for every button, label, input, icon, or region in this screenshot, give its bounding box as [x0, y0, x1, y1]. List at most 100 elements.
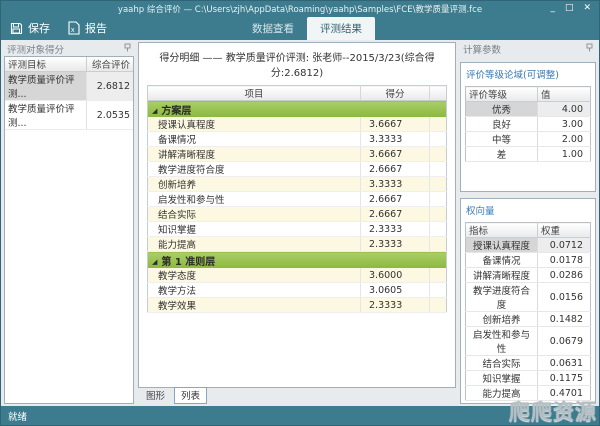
item-name: 创新培养 [148, 177, 361, 192]
tab-graph[interactable]: 图形 [139, 387, 172, 404]
table-header-row: 评价等级 值 [466, 87, 591, 102]
score-item-row[interactable]: 创新培养3.3333 [148, 177, 447, 192]
score-item-row[interactable]: 教学态度3.6000 [148, 268, 447, 283]
svg-text:x: x [71, 27, 75, 34]
item-score: 3.3333 [361, 177, 430, 192]
app-window: yaahp 综合评价 — C:\Users\zjh\AppData\Roamin… [0, 0, 600, 426]
close-button[interactable]: ✕ [583, 4, 591, 13]
tab-data-view[interactable]: 数据查看 [239, 17, 307, 40]
score-item-row[interactable]: 启发性和参与性2.6667 [148, 192, 447, 207]
item-name: 教学态度 [148, 268, 361, 283]
grade-row-name: 良好 [466, 117, 538, 132]
weight-row[interactable]: 教学进度符合度0.0156 [466, 283, 591, 312]
main-tabstrip: 数据查看 评测结果 [239, 17, 375, 40]
maximize-button[interactable]: □ [565, 4, 574, 13]
weight-row-value: 0.0631 [538, 356, 591, 371]
score-item-row[interactable]: 教学进度符合度2.6667 [148, 162, 447, 177]
score-detail-panel: 得分明细 —— 教学质量评价评测: 张老师--2015/3/23(综合得分:2.… [138, 42, 456, 404]
grade-row-name: 差 [466, 147, 538, 162]
score-detail-title: 得分明细 —— 教学质量评价评测: 张老师--2015/3/23(综合得分:2.… [147, 46, 447, 85]
score-item-row[interactable]: 教学效果2.3333 [148, 298, 447, 313]
weight-row-name: 讲解清晰程度 [466, 268, 538, 283]
weight-section-label[interactable]: 权向量 [465, 201, 591, 222]
weight-row[interactable]: 讲解清晰程度0.0286 [466, 268, 591, 283]
report-button[interactable]: x 报告 [59, 16, 116, 40]
item-name: 教学方法 [148, 283, 361, 298]
item-name: 能力提高 [148, 237, 361, 252]
score-item-row[interactable]: 结合实际2.6667 [148, 207, 447, 222]
table-header-row: 项目 得分 [148, 86, 447, 101]
score-item-row[interactable]: 讲解清晰程度3.6667 [148, 147, 447, 162]
col-grade[interactable]: 评价等级 [466, 87, 538, 102]
score-item-row[interactable]: 授课认真程度3.6667 [148, 117, 447, 132]
weight-row[interactable]: 创新培养0.1482 [466, 312, 591, 327]
score-item-row[interactable]: 备课情况3.3333 [148, 132, 447, 147]
weight-row-name: 授课认真程度 [466, 238, 538, 253]
left-panel-title: 评测对象得分 [7, 42, 64, 56]
save-icon [10, 22, 23, 35]
item-name: 启发性和参与性 [148, 192, 361, 207]
weight-row[interactable]: 备课情况0.0178 [466, 253, 591, 268]
weight-row[interactable]: 启发性和参与性0.0679 [466, 327, 591, 356]
grade-row[interactable]: 优秀4.00 [466, 102, 591, 117]
item-name: 知识掌握 [148, 222, 361, 237]
item-name: 授课认真程度 [148, 117, 361, 132]
col-item[interactable]: 项目 [148, 86, 361, 101]
view-tabstrip: 图形 列表 [138, 388, 456, 404]
weight-row[interactable]: 知识掌握0.1175 [466, 371, 591, 386]
toolbar: 保存 x 报告 数据查看 评测结果 [1, 16, 599, 40]
item-score: 3.6667 [361, 147, 430, 162]
item-name: 结合实际 [148, 207, 361, 222]
table-header-row: 评测目标 综合评价 [5, 57, 133, 72]
item-name: 教学效果 [148, 298, 361, 313]
expand-icon[interactable]: ◢ [152, 258, 157, 266]
empty-cell [430, 132, 447, 147]
score-item-row[interactable]: 知识掌握2.3333 [148, 222, 447, 237]
score-item-row[interactable]: 能力提高2.3333 [148, 237, 447, 252]
empty-cell [430, 147, 447, 162]
item-score: 2.6667 [361, 207, 430, 222]
eval-targets-table: 评测目标 综合评价 教学质量评价评测...2.6812教学质量评价评测...2.… [5, 57, 133, 130]
weight-row-name: 教学进度符合度 [466, 283, 538, 312]
item-score: 3.0605 [361, 283, 430, 298]
grade-row[interactable]: 差1.00 [466, 147, 591, 162]
col-weight[interactable]: 权重 [538, 223, 591, 238]
group-row[interactable]: ◢方案层 [148, 101, 447, 118]
expand-icon[interactable]: ◢ [152, 107, 157, 115]
col-grade-value[interactable]: 值 [538, 87, 591, 102]
pin-icon[interactable] [124, 43, 131, 55]
table-header-row: 指标 权重 [466, 223, 591, 238]
target-name: 教学质量评价评测... [5, 72, 87, 101]
col-composite-score[interactable]: 综合评价 [87, 57, 134, 72]
main-area: 评测对象得分 评测目标 综合评价 教学质量评价评测...2.6812教学质量评价… [1, 40, 599, 406]
col-indicator[interactable]: 指标 [466, 223, 538, 238]
grade-section-label[interactable]: 评价等级论域(可调整) [465, 65, 591, 86]
tab-list[interactable]: 列表 [174, 387, 207, 404]
eval-targets-table-container: 评测目标 综合评价 教学质量评价评测...2.6812教学质量评价评测...2.… [4, 56, 134, 404]
score-item-row[interactable]: 教学方法3.0605 [148, 283, 447, 298]
item-score: 3.6667 [361, 117, 430, 132]
weight-row[interactable]: 结合实际0.0631 [466, 356, 591, 371]
eval-target-row[interactable]: 教学质量评价评测...2.0535 [5, 101, 133, 130]
weight-row[interactable]: 授课认真程度0.0712 [466, 238, 591, 253]
group-cell: ◢第 1 准则层 [148, 252, 447, 269]
col-empty [430, 86, 447, 101]
score-detail-table: 项目 得分 ◢方案层授课认真程度3.6667备课情况3.3333讲解清晰程度3.… [147, 85, 447, 313]
save-button[interactable]: 保存 [1, 16, 59, 40]
group-row[interactable]: ◢第 1 准则层 [148, 252, 447, 269]
grade-row[interactable]: 良好3.00 [466, 117, 591, 132]
empty-cell [430, 298, 447, 313]
weight-row-name: 创新培养 [466, 312, 538, 327]
item-name: 教学进度符合度 [148, 162, 361, 177]
tab-eval-results[interactable]: 评测结果 [307, 17, 375, 40]
grade-row[interactable]: 中等2.00 [466, 132, 591, 147]
minimize-button[interactable]: _ [550, 4, 555, 13]
empty-cell [430, 268, 447, 283]
item-name: 备课情况 [148, 132, 361, 147]
col-score[interactable]: 得分 [361, 86, 430, 101]
eval-target-row[interactable]: 教学质量评价评测...2.6812 [5, 72, 133, 101]
titlebar: yaahp 综合评价 — C:\Users\zjh\AppData\Roamin… [1, 1, 599, 16]
col-eval-target[interactable]: 评测目标 [5, 57, 87, 72]
weight-table: 指标 权重 授课认真程度0.0712备课情况0.0178讲解清晰程度0.0286… [465, 222, 591, 401]
pin-icon[interactable] [586, 43, 593, 55]
